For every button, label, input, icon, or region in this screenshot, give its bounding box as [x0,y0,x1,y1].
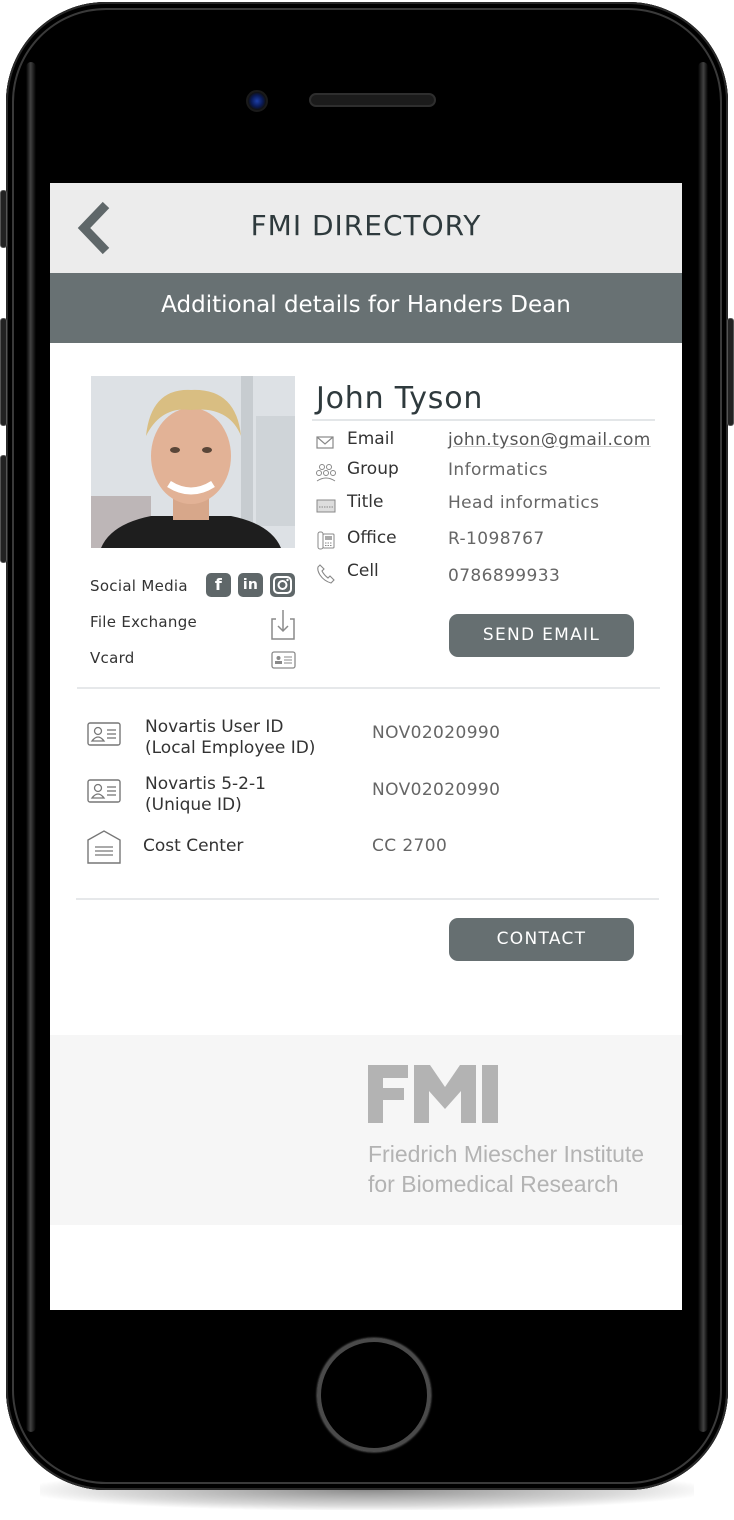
id-label-line2: (Local Employee ID) [145,738,316,758]
field-label: Cell [347,561,379,581]
field-value: Informatics [448,460,548,480]
id-label-line2: (Unique ID) [145,795,242,815]
send-email-button[interactable]: SEND EMAIL [449,614,634,657]
home-button[interactable] [317,1338,431,1452]
social-media-row: Social Media f in [90,573,300,599]
footer: Friedrich Miescher Institute for Biomedi… [50,1035,682,1225]
download-icon[interactable] [270,609,296,641]
phone-icon [317,564,335,584]
id-card-icon [87,722,121,746]
id-label: Cost Center [143,836,244,856]
id-row-521: Novartis 5-2-1 (Unique ID) NOV02020990 [86,774,646,818]
page-title: FMI DIRECTORY [250,209,482,242]
divider [312,419,655,421]
facebook-icon[interactable]: f [206,573,231,597]
subheader-text: Additional details for Handers Dean [161,292,571,318]
contact-name: John Tyson [316,381,484,416]
front-camera [246,90,268,112]
field-label: Office [347,528,397,548]
id-label-line1: Novartis 5-2-1 [145,774,266,794]
frame-highlight [698,62,708,1432]
social-media-label: Social Media [90,577,188,595]
institute-line2: for Biomedical Research [368,1171,619,1197]
vcard-icon[interactable] [271,651,296,669]
vcard-label: Vcard [90,649,135,667]
desk-phone-icon [317,531,335,550]
id-row-user-id: Novartis User ID (Local Employee ID) NOV… [86,717,646,761]
id-value: CC 2700 [372,836,448,856]
frame-highlight [26,62,36,1432]
person-portrait [91,376,295,548]
power-button [727,318,734,426]
id-row-cost-center: Cost Center CC 2700 [86,829,646,873]
field-office: Office R-1098767 [312,528,672,554]
contact-button[interactable]: CONTACT [449,918,634,961]
id-value: NOV02020990 [372,723,501,743]
field-label: Group [347,459,399,479]
volume-up-button [0,318,7,426]
instagram-icon[interactable] [270,573,295,597]
group-icon [316,464,336,482]
field-label: Title [347,492,384,512]
id-label-line1: Novartis User ID [145,717,284,737]
field-email: Email john.tyson@gmail.com [312,429,672,455]
field-value: R-1098767 [448,529,545,549]
id-card-icon [87,779,121,803]
institute-name: Friedrich Miescher Institute for Biomedi… [368,1139,644,1199]
linkedin-icon[interactable]: in [238,573,263,597]
id-value: NOV02020990 [372,780,501,800]
fmi-logo [368,1065,498,1123]
divider [76,898,659,900]
instagram-glyph [273,576,292,594]
envelope-icon [316,436,334,449]
keyboard-icon [316,499,336,513]
id-label: Novartis 5-2-1 (Unique ID) [145,774,266,816]
subheader-bar: Additional details for Handers Dean [50,273,682,343]
field-cell: Cell 0786899933 [312,561,672,587]
profile-photo [91,376,295,548]
email-link[interactable]: john.tyson@gmail.com [448,430,651,450]
nav-bar: FMI DIRECTORY [50,183,682,273]
institute-line1: Friedrich Miescher Institute [368,1141,645,1167]
file-exchange-row[interactable]: File Exchange [90,609,300,641]
field-value: 0786899933 [448,566,561,586]
vcard-row[interactable]: Vcard [90,645,300,671]
file-exchange-label: File Exchange [90,613,198,631]
volume-down-button [0,455,7,563]
field-label: Email [347,429,395,449]
field-title: Title Head informatics [312,492,672,518]
divider [77,687,660,689]
earpiece-speaker [309,93,436,107]
mute-switch [0,190,7,248]
app-screen: FMI DIRECTORY Additional details for Han… [50,183,682,1310]
field-value: Head informatics [448,493,600,513]
field-group: Group Informatics [312,459,672,485]
id-label: Novartis User ID (Local Employee ID) [145,717,315,759]
cost-center-icon [87,830,121,864]
